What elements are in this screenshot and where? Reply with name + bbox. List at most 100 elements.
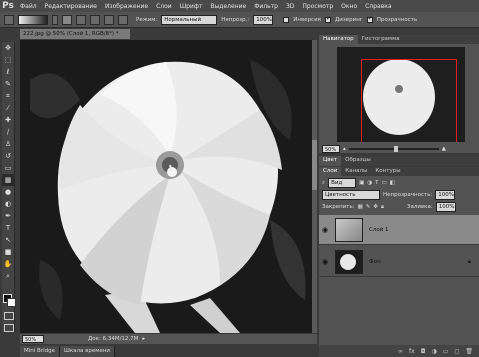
dodge-icon[interactable]: ◐	[2, 198, 14, 210]
new-layer-icon[interactable]: ◻	[454, 348, 459, 355]
lock-pixels-icon[interactable]: ✎	[366, 204, 371, 210]
filter-shape-icon[interactable]: ▭	[381, 180, 386, 186]
menu-type[interactable]: Шрифт	[176, 3, 207, 10]
healing-icon[interactable]: ✚	[2, 114, 14, 126]
slider-knob[interactable]	[393, 146, 398, 152]
zoom-in-icon[interactable]: ▲	[442, 146, 446, 152]
path-select-icon[interactable]: ↖	[2, 234, 14, 246]
layer-filter-select[interactable]: Вид	[328, 178, 357, 188]
tab-color[interactable]: Цвет	[319, 156, 342, 166]
zoom-level-field[interactable]: 50%	[22, 335, 44, 343]
menu-3d[interactable]: 3D	[282, 3, 298, 10]
tab-swatches[interactable]: Образцы	[341, 156, 375, 166]
new-group-icon[interactable]: ▭	[443, 348, 449, 355]
stamp-icon[interactable]: ♙	[2, 138, 14, 150]
blur-icon[interactable]: ●	[2, 186, 14, 198]
delete-layer-icon[interactable]: 🗑︎	[465, 348, 473, 355]
navigator-zoom-slider[interactable]	[348, 146, 439, 152]
vertical-scrollbar[interactable]	[312, 40, 317, 333]
eyedropper-icon[interactable]: ⁄	[2, 102, 14, 114]
screen-mode-icon[interactable]	[4, 324, 14, 332]
navigator-panel: Навигатор Гистограмма 50% ▴ ▲	[319, 35, 479, 153]
marquee-icon[interactable]: ⬚	[2, 54, 14, 66]
tab-histogram[interactable]: Гистограмма	[358, 35, 404, 44]
transparency-checkbox[interactable]	[366, 16, 373, 23]
adjustment-layer-icon[interactable]: ◑	[431, 348, 436, 355]
tab-timeline[interactable]: Шкала времени	[59, 346, 115, 357]
lock-transparent-icon[interactable]: ▦	[358, 204, 363, 210]
menu-help[interactable]: Справка	[361, 3, 395, 10]
shape-icon[interactable]: ■	[2, 246, 14, 258]
menu-filter[interactable]: Фильтр	[250, 3, 282, 10]
history-brush-icon[interactable]: ↺	[2, 150, 14, 162]
hand-icon[interactable]: ✋	[2, 258, 14, 270]
layer-row-background[interactable]: ◉ Фон 🔒︎	[319, 247, 479, 277]
dither-checkbox[interactable]	[324, 16, 331, 23]
type-icon[interactable]: T	[2, 222, 14, 234]
mode-select[interactable]: Нормальный	[161, 14, 218, 25]
background-color-swatch[interactable]	[7, 298, 16, 307]
layer-opacity-input[interactable]: 100%	[435, 190, 456, 200]
eraser-icon[interactable]: ▭	[2, 162, 14, 174]
layer-style-icon[interactable]: fx	[409, 348, 415, 355]
lasso-icon[interactable]: ℓ	[2, 66, 14, 78]
layers-footer: ∞ fx ◘ ◑ ▭ ◻ 🗑︎	[319, 345, 479, 357]
gradient-editor-dropdown-icon[interactable]	[52, 14, 58, 25]
color-swatches[interactable]	[3, 294, 16, 307]
zoom-out-icon[interactable]: ▴	[343, 146, 346, 152]
menu-select[interactable]: Выделение	[206, 3, 250, 10]
fill-input[interactable]: 100%	[435, 202, 456, 212]
menu-layers[interactable]: Слои	[152, 3, 176, 10]
add-mask-icon[interactable]: ◘	[421, 348, 426, 355]
menu-view[interactable]: Просмотр	[298, 3, 337, 10]
filter-smart-icon[interactable]: ◧	[390, 180, 395, 186]
invert-checkbox[interactable]	[283, 16, 290, 23]
gradient-icon[interactable]: ▦	[2, 174, 14, 186]
crop-icon[interactable]: ⌗	[2, 90, 14, 102]
fill-label: Заливка:	[406, 204, 433, 210]
menu-image[interactable]: Изображение	[101, 3, 152, 10]
tab-channels[interactable]: Каналы	[341, 167, 371, 176]
menu-edit[interactable]: Редактирование	[41, 3, 101, 10]
visibility-eye-icon[interactable]: ◉	[319, 258, 331, 266]
navigator-view-box[interactable]	[361, 59, 457, 142]
linear-gradient-button[interactable]	[62, 14, 72, 25]
gradient-swatch[interactable]	[18, 14, 48, 25]
radial-gradient-button[interactable]	[76, 14, 86, 25]
tab-paths[interactable]: Контуры	[371, 167, 404, 176]
lock-position-icon[interactable]: ✥	[373, 204, 378, 210]
layer1-name[interactable]: Слой 1	[369, 227, 479, 233]
lock-all-icon[interactable]: 🔒︎	[381, 204, 384, 211]
brush-icon[interactable]: ∕	[2, 126, 14, 138]
blend-mode-select[interactable]: Цветность	[322, 190, 380, 200]
filter-adjust-icon[interactable]: ◑	[367, 180, 372, 186]
pen-icon[interactable]: ✒	[2, 210, 14, 222]
quick-mask-icon[interactable]	[4, 312, 14, 320]
menu-file[interactable]: Файл	[16, 3, 41, 10]
layer-row-layer1[interactable]: ◉ Слой 1	[319, 215, 479, 245]
tab-navigator[interactable]: Навигатор	[319, 35, 358, 44]
move-icon[interactable]: ✥	[2, 42, 14, 54]
link-layers-icon[interactable]: ∞	[398, 348, 403, 355]
navigator-thumbnail[interactable]	[337, 47, 465, 142]
document-canvas[interactable]	[20, 40, 312, 333]
tab-mini-bridge[interactable]: Mini Bridge	[20, 346, 60, 357]
reflected-gradient-button[interactable]	[104, 14, 114, 25]
filter-type-icon[interactable]: T	[375, 180, 378, 186]
visibility-eye-icon[interactable]: ◉	[319, 226, 331, 234]
angle-gradient-button[interactable]	[90, 14, 100, 25]
background-layer-name[interactable]: Фон	[369, 259, 468, 265]
diamond-gradient-button[interactable]	[118, 14, 128, 25]
document-tab[interactable]: 222.jpg @ 50% (Слой 1, RGB/8*) *	[20, 29, 130, 39]
scroll-thumb[interactable]	[312, 140, 317, 190]
menu-window[interactable]: Окно	[337, 3, 361, 10]
opacity-input[interactable]: 100%	[253, 14, 274, 25]
tool-preset-button[interactable]	[4, 14, 14, 25]
navigator-zoom-field[interactable]: 50%	[322, 145, 340, 153]
zoom-icon[interactable]: ⌕	[2, 270, 14, 282]
tab-layers[interactable]: Слои	[319, 167, 342, 176]
layer1-thumbnail	[335, 217, 363, 242]
quick-select-icon[interactable]: ✎	[2, 78, 14, 90]
filter-image-icon[interactable]: ▣	[359, 180, 364, 186]
status-menu-arrow-icon[interactable]: ▸	[142, 336, 145, 342]
